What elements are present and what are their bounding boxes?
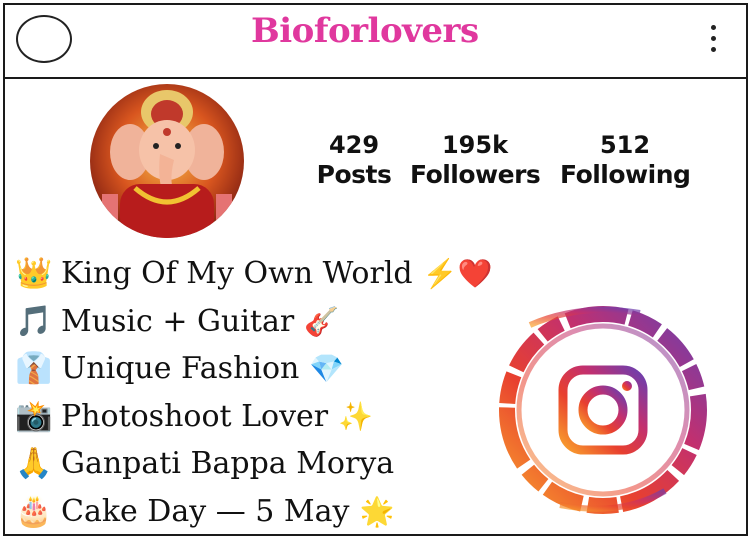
stat-posts-value: 429 [328, 131, 380, 159]
stat-posts[interactable]: 429 Posts [314, 130, 394, 190]
lightning-heart-icon: ⚡❤️ [422, 257, 493, 291]
camera-flash-icon: 📸 [15, 398, 53, 434]
brand-title: Bioforlovers [251, 11, 479, 51]
shirt-tie-icon: 👔 [15, 351, 53, 387]
bio-line: 👔 Unique Fashion 💎 [15, 345, 492, 393]
stat-followers[interactable]: 195k Followers [410, 130, 541, 190]
bio-line-text: Unique Fashion [61, 351, 300, 387]
bio-line: 🎵 Music + Guitar 🎸 [15, 298, 492, 346]
stat-followers-value: 195k [441, 131, 509, 159]
ganesha-portrait-icon [90, 84, 244, 238]
stat-posts-label: Posts [316, 160, 392, 189]
bio-line-text: Music + Guitar [61, 303, 295, 339]
circle-outline-icon[interactable] [16, 15, 72, 63]
music-note-icon: 🎵 [15, 303, 53, 339]
stat-following[interactable]: 512 Following [560, 130, 691, 190]
bio-line-text: Ganpati Bappa Morya [61, 446, 395, 482]
guitar-icon: 🎸 [304, 304, 340, 338]
sparkles-icon: ✨ [338, 399, 374, 433]
stat-following-value: 512 [599, 131, 651, 159]
bio-line: 🎂 Cake Day — 5 May 🌟 [15, 488, 492, 536]
bio-line-text: Photoshoot Lover [61, 398, 329, 434]
bio-line: 🙏 Ganpati Bappa Morya [15, 440, 492, 488]
header-bar: Bioforlovers [3, 3, 748, 79]
stat-following-label: Following [560, 160, 691, 189]
profile-avatar[interactable] [90, 84, 244, 238]
more-vertical-icon[interactable] [710, 25, 718, 55]
bio-line: 👑 King Of My Own World ⚡❤️ [15, 250, 492, 298]
instagram-logo-icon [490, 295, 720, 525]
gem-icon: 💎 [309, 352, 345, 386]
bio-line-text: Cake Day — 5 May [61, 493, 350, 529]
bio-line: 📸 Photoshoot Lover ✨ [15, 393, 492, 441]
crown-icon: 👑 [15, 256, 53, 292]
bio-list: 👑 King Of My Own World ⚡❤️ 🎵 Music + Gui… [15, 250, 492, 535]
birthday-cake-icon: 🎂 [15, 493, 53, 529]
glowing-star-icon: 🌟 [359, 494, 395, 528]
bio-line-text: King Of My Own World [61, 256, 413, 292]
stat-followers-label: Followers [410, 160, 541, 189]
folded-hands-icon: 🙏 [15, 446, 53, 482]
